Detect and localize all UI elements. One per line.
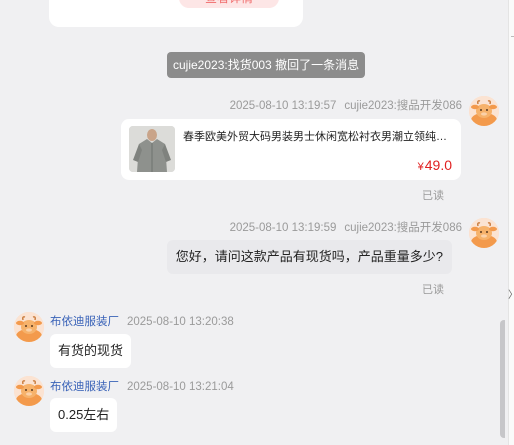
avatar-icon[interactable] bbox=[469, 218, 499, 248]
cartoon-cow-avatar-icon bbox=[14, 376, 44, 406]
cartoon-cow-avatar-icon bbox=[469, 218, 499, 248]
cartoon-cow-avatar-icon bbox=[14, 312, 44, 342]
product-title: 春季欧美外贸大码男装男士休闲宽松衬衣男潮立领纯棉... bbox=[183, 131, 453, 143]
product-price: ¥49.0 bbox=[418, 157, 452, 173]
read-status: 已读 bbox=[422, 284, 444, 296]
message-timestamp: 2025-08-10 13:20:38 bbox=[127, 316, 234, 328]
message-bubble-incoming: 0.25左右 bbox=[50, 398, 118, 432]
recall-notice: cujie2023:找货003 撤回了一条消息 bbox=[167, 52, 366, 78]
avatar-icon[interactable] bbox=[469, 96, 499, 126]
message-timestamp: 2025-08-10 13:19:59 bbox=[229, 222, 337, 234]
chat-message-list: 查看详情 cujie2023:找货003 撤回了一条消息 2025-08-10 … bbox=[0, 0, 505, 445]
shirt-photo-icon bbox=[129, 126, 175, 172]
message-meta: 布依迪服装厂 2025-08-10 13:21:04 bbox=[50, 378, 234, 394]
previous-message-card: 查看详情 bbox=[49, 0, 303, 27]
scrollbar-thumb[interactable] bbox=[500, 320, 505, 438]
message-meta: 2025-08-10 13:19:59 cujie2023:搜品开发086 bbox=[230, 219, 462, 235]
product-thumbnail bbox=[129, 126, 175, 172]
message-sender: cujie2023:搜品开发086 bbox=[344, 100, 462, 112]
avatar-icon[interactable] bbox=[14, 376, 44, 406]
read-status: 已读 bbox=[422, 190, 444, 202]
expand-chevron-icon[interactable]: 〉 bbox=[508, 286, 514, 301]
product-card[interactable]: 春季欧美外贸大码男装男士休闲宽松衬衣男潮立领纯棉... ¥49.0 bbox=[121, 119, 461, 180]
avatar-icon[interactable] bbox=[14, 312, 44, 342]
message-sender[interactable]: 布依迪服装厂 bbox=[50, 316, 119, 328]
message-bubble-incoming: 有货的现货 bbox=[50, 334, 132, 368]
message-sender: cujie2023:搜品开发086 bbox=[344, 222, 462, 234]
message-meta: 布依迪服装厂 2025-08-10 13:20:38 bbox=[50, 313, 234, 329]
message-meta: 2025-08-10 13:19:57 cujie2023:搜品开发086 bbox=[230, 97, 462, 113]
cartoon-cow-avatar-icon bbox=[469, 96, 499, 126]
price-value: 49.0 bbox=[424, 157, 452, 173]
message-timestamp: 2025-08-10 13:19:57 bbox=[229, 100, 337, 112]
message-sender[interactable]: 布依迪服装厂 bbox=[50, 381, 119, 393]
side-panel-edge bbox=[508, 0, 514, 445]
message-timestamp: 2025-08-10 13:21:04 bbox=[127, 381, 234, 393]
message-bubble-outgoing: 您好，请问这款产品有现货吗，产品重量多少? bbox=[166, 240, 452, 274]
view-details-button[interactable]: 查看详情 bbox=[179, 0, 279, 8]
currency-symbol: ¥ bbox=[417, 161, 424, 173]
